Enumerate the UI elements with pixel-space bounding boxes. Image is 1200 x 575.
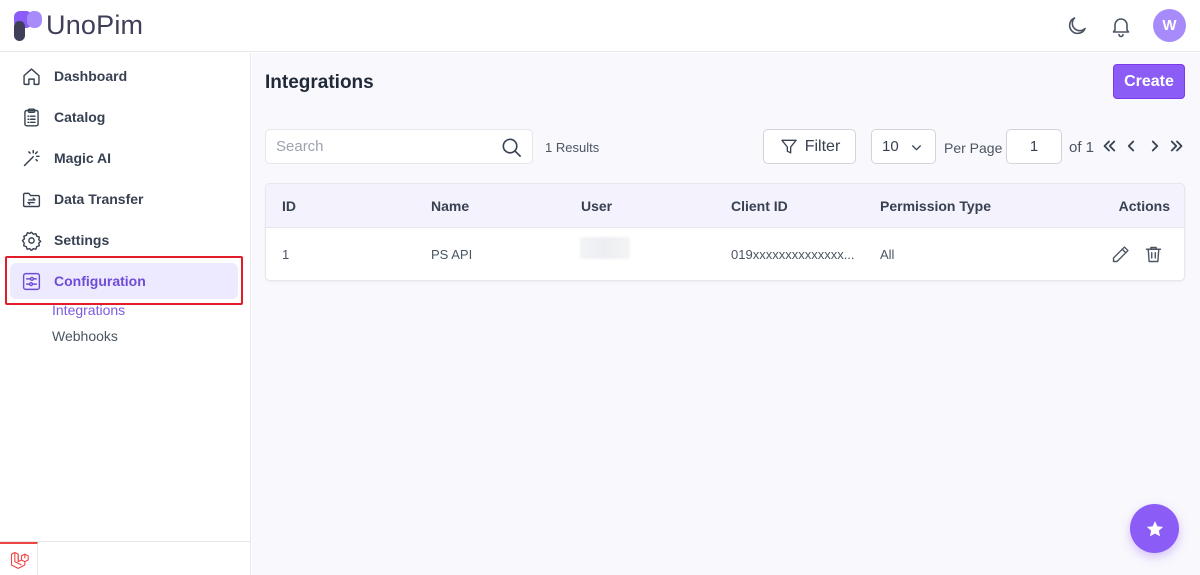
next-page-icon[interactable]: [1146, 137, 1164, 155]
unopim-logo-icon: [14, 10, 42, 41]
column-header-client-id[interactable]: Client ID: [731, 184, 788, 227]
filter-button[interactable]: Filter: [763, 129, 856, 164]
create-button[interactable]: Create: [1113, 64, 1185, 99]
last-page-icon[interactable]: [1168, 137, 1186, 155]
sidebar-item-label: Dashboard: [54, 68, 128, 84]
first-page-icon[interactable]: [1100, 137, 1118, 155]
laravel-icon[interactable]: [0, 542, 38, 575]
integrations-table: ID Name User Client ID Permission Type A…: [265, 183, 1185, 281]
edit-pencil-icon[interactable]: [1110, 244, 1131, 265]
sidebar-footer: [0, 541, 251, 575]
sidebar-item-label: Settings: [54, 232, 110, 248]
column-header-name[interactable]: Name: [431, 184, 469, 227]
sidebar-item-magic-ai[interactable]: Magic AI: [10, 140, 238, 176]
table-row: 1 PS API 019xxxxxxxxxxxxxx... All: [266, 228, 1184, 280]
column-header-actions: Actions: [1118, 197, 1170, 214]
folder-transfer-icon: [21, 189, 42, 210]
magic-wand-icon: [21, 148, 42, 169]
column-header-permission-type[interactable]: Permission Type: [880, 184, 991, 227]
magic-ai-fab-button[interactable]: [1130, 504, 1179, 553]
clipboard-icon: [21, 107, 42, 128]
page-number-input[interactable]: [1006, 129, 1062, 164]
sidebar-item-settings[interactable]: Settings: [10, 222, 238, 258]
cell-client-id: 019xxxxxxxxxxxxxx...: [731, 247, 855, 262]
cell-name: PS API: [431, 247, 473, 262]
home-icon: [21, 66, 42, 87]
search-icon[interactable]: [500, 136, 523, 159]
page-total: of 1: [1069, 139, 1095, 156]
user-avatar[interactable]: W: [1153, 9, 1186, 42]
sidebar-item-label: Catalog: [54, 109, 106, 125]
sidebar-item-data-transfer[interactable]: Data Transfer: [10, 181, 238, 217]
moon-icon[interactable]: [1065, 14, 1089, 38]
star-icon: [1145, 519, 1165, 539]
sidebar-item-label: Configuration: [54, 273, 146, 289]
previous-page-icon[interactable]: [1122, 137, 1140, 155]
sidebar: Dashboard Catalog Magic AI Data Transfer…: [0, 53, 251, 575]
sidebar-subitem-integrations[interactable]: Integrations: [52, 302, 125, 318]
sidebar-item-catalog[interactable]: Catalog: [10, 99, 238, 135]
column-header-id[interactable]: ID: [282, 184, 296, 227]
sidebar-item-configuration[interactable]: Configuration: [10, 263, 238, 299]
search-box: [265, 129, 533, 164]
filter-icon: [779, 137, 799, 157]
per-page-label: Per Page: [944, 140, 1003, 156]
cell-permission-type: All: [880, 247, 895, 262]
cell-id: 1: [282, 247, 290, 262]
gear-icon: [21, 230, 42, 251]
sidebar-item-dashboard[interactable]: Dashboard: [10, 58, 238, 94]
cell-actions: [1110, 228, 1164, 280]
delete-trash-icon[interactable]: [1143, 244, 1164, 265]
sidebar-subitem-webhooks[interactable]: Webhooks: [52, 328, 118, 344]
search-input[interactable]: [276, 138, 486, 155]
main-content: Integrations Create 1 Results Filter 10 …: [252, 53, 1200, 575]
results-count: 1 Results: [545, 140, 600, 155]
filter-label: Filter: [804, 137, 841, 155]
per-page-select[interactable]: 10: [871, 129, 936, 164]
bell-icon[interactable]: [1109, 14, 1133, 38]
cell-user: [580, 221, 630, 274]
redacted-user: [580, 236, 630, 259]
per-page-value: 10: [882, 138, 899, 155]
table-header: ID Name User Client ID Permission Type A…: [266, 184, 1184, 228]
brand-logo[interactable]: UnoPim: [14, 10, 143, 41]
top-header: UnoPim W: [0, 0, 1200, 52]
page-title: Integrations: [265, 72, 374, 93]
brand-name: UnoPim: [46, 10, 144, 40]
sidebar-item-label: Magic AI: [54, 150, 112, 166]
sliders-icon: [21, 271, 42, 292]
sidebar-item-label: Data Transfer: [54, 191, 144, 207]
